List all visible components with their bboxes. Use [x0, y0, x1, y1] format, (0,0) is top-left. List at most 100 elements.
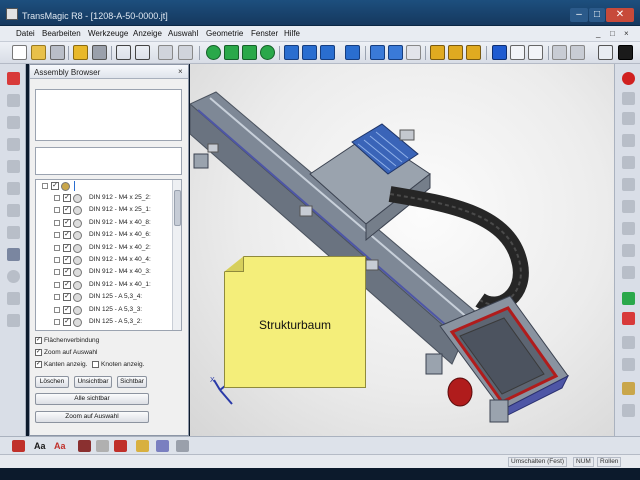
mdi-close-button[interactable]: ×	[624, 29, 629, 38]
tree-item[interactable]: ✓ DIN 125 - A 5,3_3:	[36, 304, 172, 316]
ruler-icon[interactable]	[136, 440, 149, 452]
move-tool-icon[interactable]	[7, 182, 20, 195]
tree-scrollbar[interactable]	[172, 180, 181, 330]
delete-button[interactable]: Löschen	[35, 376, 69, 388]
brush-icon[interactable]	[114, 440, 127, 452]
tree-item[interactable]: ✓ DIN 912 - M4 x 40_4:	[36, 254, 172, 266]
tree-expander[interactable]	[54, 319, 60, 325]
section-cube-icon[interactable]	[552, 45, 567, 60]
option-zoom-to-selection[interactable]: ✓ Zoom auf Auswahl	[35, 349, 97, 360]
tree-checkbox[interactable]: ✓	[63, 305, 71, 314]
split-tool-icon[interactable]	[7, 314, 20, 327]
orbit-icon[interactable]	[302, 45, 317, 60]
print-icon[interactable]	[92, 45, 107, 60]
zoom-fit-icon[interactable]	[388, 45, 403, 60]
cube-top-icon[interactable]	[224, 45, 239, 60]
tree-item[interactable]: ✓ DIN 912 - M4 x 40_2:	[36, 242, 172, 254]
tree-checkbox[interactable]: ✓	[63, 231, 71, 240]
tree-checkbox[interactable]: ✓	[63, 243, 71, 252]
font-normal-button[interactable]: Aa	[34, 439, 46, 453]
pen-icon[interactable]	[622, 404, 635, 417]
assembly-icon[interactable]	[430, 45, 445, 60]
cube-front-icon[interactable]	[206, 45, 221, 60]
invisible-button[interactable]: Unsichtbar	[74, 376, 112, 388]
solid-tool-icon[interactable]	[7, 160, 20, 173]
browser-close-button[interactable]: ×	[178, 67, 183, 76]
new-icon[interactable]	[12, 45, 27, 60]
cut-icon[interactable]	[73, 45, 88, 60]
menu-geometrie[interactable]: Geometrie	[206, 29, 243, 38]
cube-side-icon[interactable]	[242, 45, 257, 60]
zoom-to-selection-button[interactable]: Zoom auf Auswahl	[35, 411, 149, 423]
option-nodes-show[interactable]: Knoten anzeig.	[92, 361, 144, 372]
grid-icon[interactable]	[598, 45, 613, 60]
mirror-icon[interactable]	[622, 358, 635, 371]
menu-auswahl[interactable]: Auswahl	[168, 29, 198, 38]
tree-item[interactable]: ✓ DIN 125 - A 5,3_2:	[36, 316, 172, 328]
tree-checkbox[interactable]: ✓	[63, 194, 71, 202]
tree-checkbox[interactable]: ✓	[63, 206, 71, 215]
tree-checkbox[interactable]: ✓	[63, 256, 71, 264]
menu-fenster[interactable]: Fenster	[251, 29, 278, 38]
tree-expander[interactable]	[42, 183, 48, 189]
structure-tree[interactable]: ✓ ✓ DIN 912 - M4 x 25_2: ✓ DIN 912 - M4 x 2…	[35, 179, 182, 331]
tree-expander[interactable]	[54, 219, 60, 226]
measure-distance-icon[interactable]	[622, 112, 635, 125]
option-surface-connection[interactable]: ✓ Flächenverbindung	[35, 337, 99, 348]
tree-item[interactable]: ✓ DIN 912 - M4 x 40_1:	[36, 279, 172, 291]
tree-scroll-thumb[interactable]	[174, 190, 181, 226]
assembly-flat-icon[interactable]	[466, 45, 481, 60]
dark-screen-icon[interactable]	[618, 45, 633, 60]
measure-icon[interactable]	[158, 45, 173, 60]
gap-tool-icon[interactable]	[7, 226, 20, 239]
shaded-cube-icon[interactable]	[492, 45, 507, 60]
pan-icon[interactable]	[284, 45, 299, 60]
tree-item[interactable]: ✓ DIN 125 - A 5,3_4:	[36, 291, 172, 303]
mdi-restore-button[interactable]: □	[610, 29, 615, 38]
tree-root[interactable]: ✓	[36, 180, 172, 192]
green-cube-icon[interactable]	[622, 292, 635, 305]
explode-icon[interactable]	[320, 45, 335, 60]
open-icon[interactable]	[31, 45, 46, 60]
cut-tool-icon[interactable]	[7, 94, 20, 107]
checkbox[interactable]	[92, 361, 99, 368]
tree-expander[interactable]	[54, 244, 60, 251]
edit-icon[interactable]	[622, 92, 635, 105]
tree-checkbox[interactable]: ✓	[63, 268, 71, 277]
clip-icon[interactable]	[622, 266, 635, 279]
tree-expander[interactable]	[54, 257, 60, 263]
tree-expander[interactable]	[54, 281, 60, 288]
visible-button[interactable]: Sichtbar	[117, 376, 147, 388]
heal-tool-icon[interactable]	[7, 204, 20, 217]
checkbox[interactable]: ✓	[35, 337, 42, 344]
dimension-icon[interactable]	[156, 440, 169, 452]
menu-werkzeuge[interactable]: Werkzeuge	[88, 29, 128, 38]
tree-checkbox[interactable]: ✓	[51, 182, 59, 190]
tree-expander[interactable]	[54, 195, 60, 201]
zoom-window-icon[interactable]	[370, 45, 385, 60]
font-red-button[interactable]: Aa	[54, 439, 66, 453]
hidden-cube-icon[interactable]	[528, 45, 543, 60]
tree-expander[interactable]	[54, 269, 60, 276]
tree-expander[interactable]	[54, 232, 60, 239]
mdi-minimize-button[interactable]: _	[596, 29, 600, 38]
transparent-cube-icon[interactable]	[570, 45, 585, 60]
stitch-tool-icon[interactable]	[7, 248, 20, 261]
tree-item[interactable]: ✓ DIN 912 - M4 x 25_1:	[36, 204, 172, 216]
zoom-in-icon[interactable]	[345, 45, 360, 60]
assembly-tree-icon[interactable]	[448, 45, 463, 60]
trim-tool-icon[interactable]	[7, 116, 20, 129]
tree-checkbox[interactable]: ✓	[63, 218, 71, 227]
node-tool-icon[interactable]	[7, 292, 20, 305]
text-style-icon[interactable]	[12, 440, 25, 452]
close-window-button[interactable]: ✕	[606, 8, 634, 22]
pointer-tool-icon[interactable]	[7, 72, 20, 85]
tree-expander[interactable]	[54, 294, 60, 301]
checkbox[interactable]: ✓	[35, 361, 42, 368]
option-edges-show[interactable]: ✓ Kanten anzeig.	[35, 361, 87, 372]
select-box-icon[interactable]	[135, 45, 150, 60]
settings-icon[interactable]	[176, 440, 189, 452]
tree-item[interactable]: ✓ DIN 912 - M4 x 40_8:	[36, 217, 172, 229]
tree-expander[interactable]	[54, 306, 60, 313]
all-visible-button[interactable]: Alle sichtbar	[35, 393, 149, 405]
